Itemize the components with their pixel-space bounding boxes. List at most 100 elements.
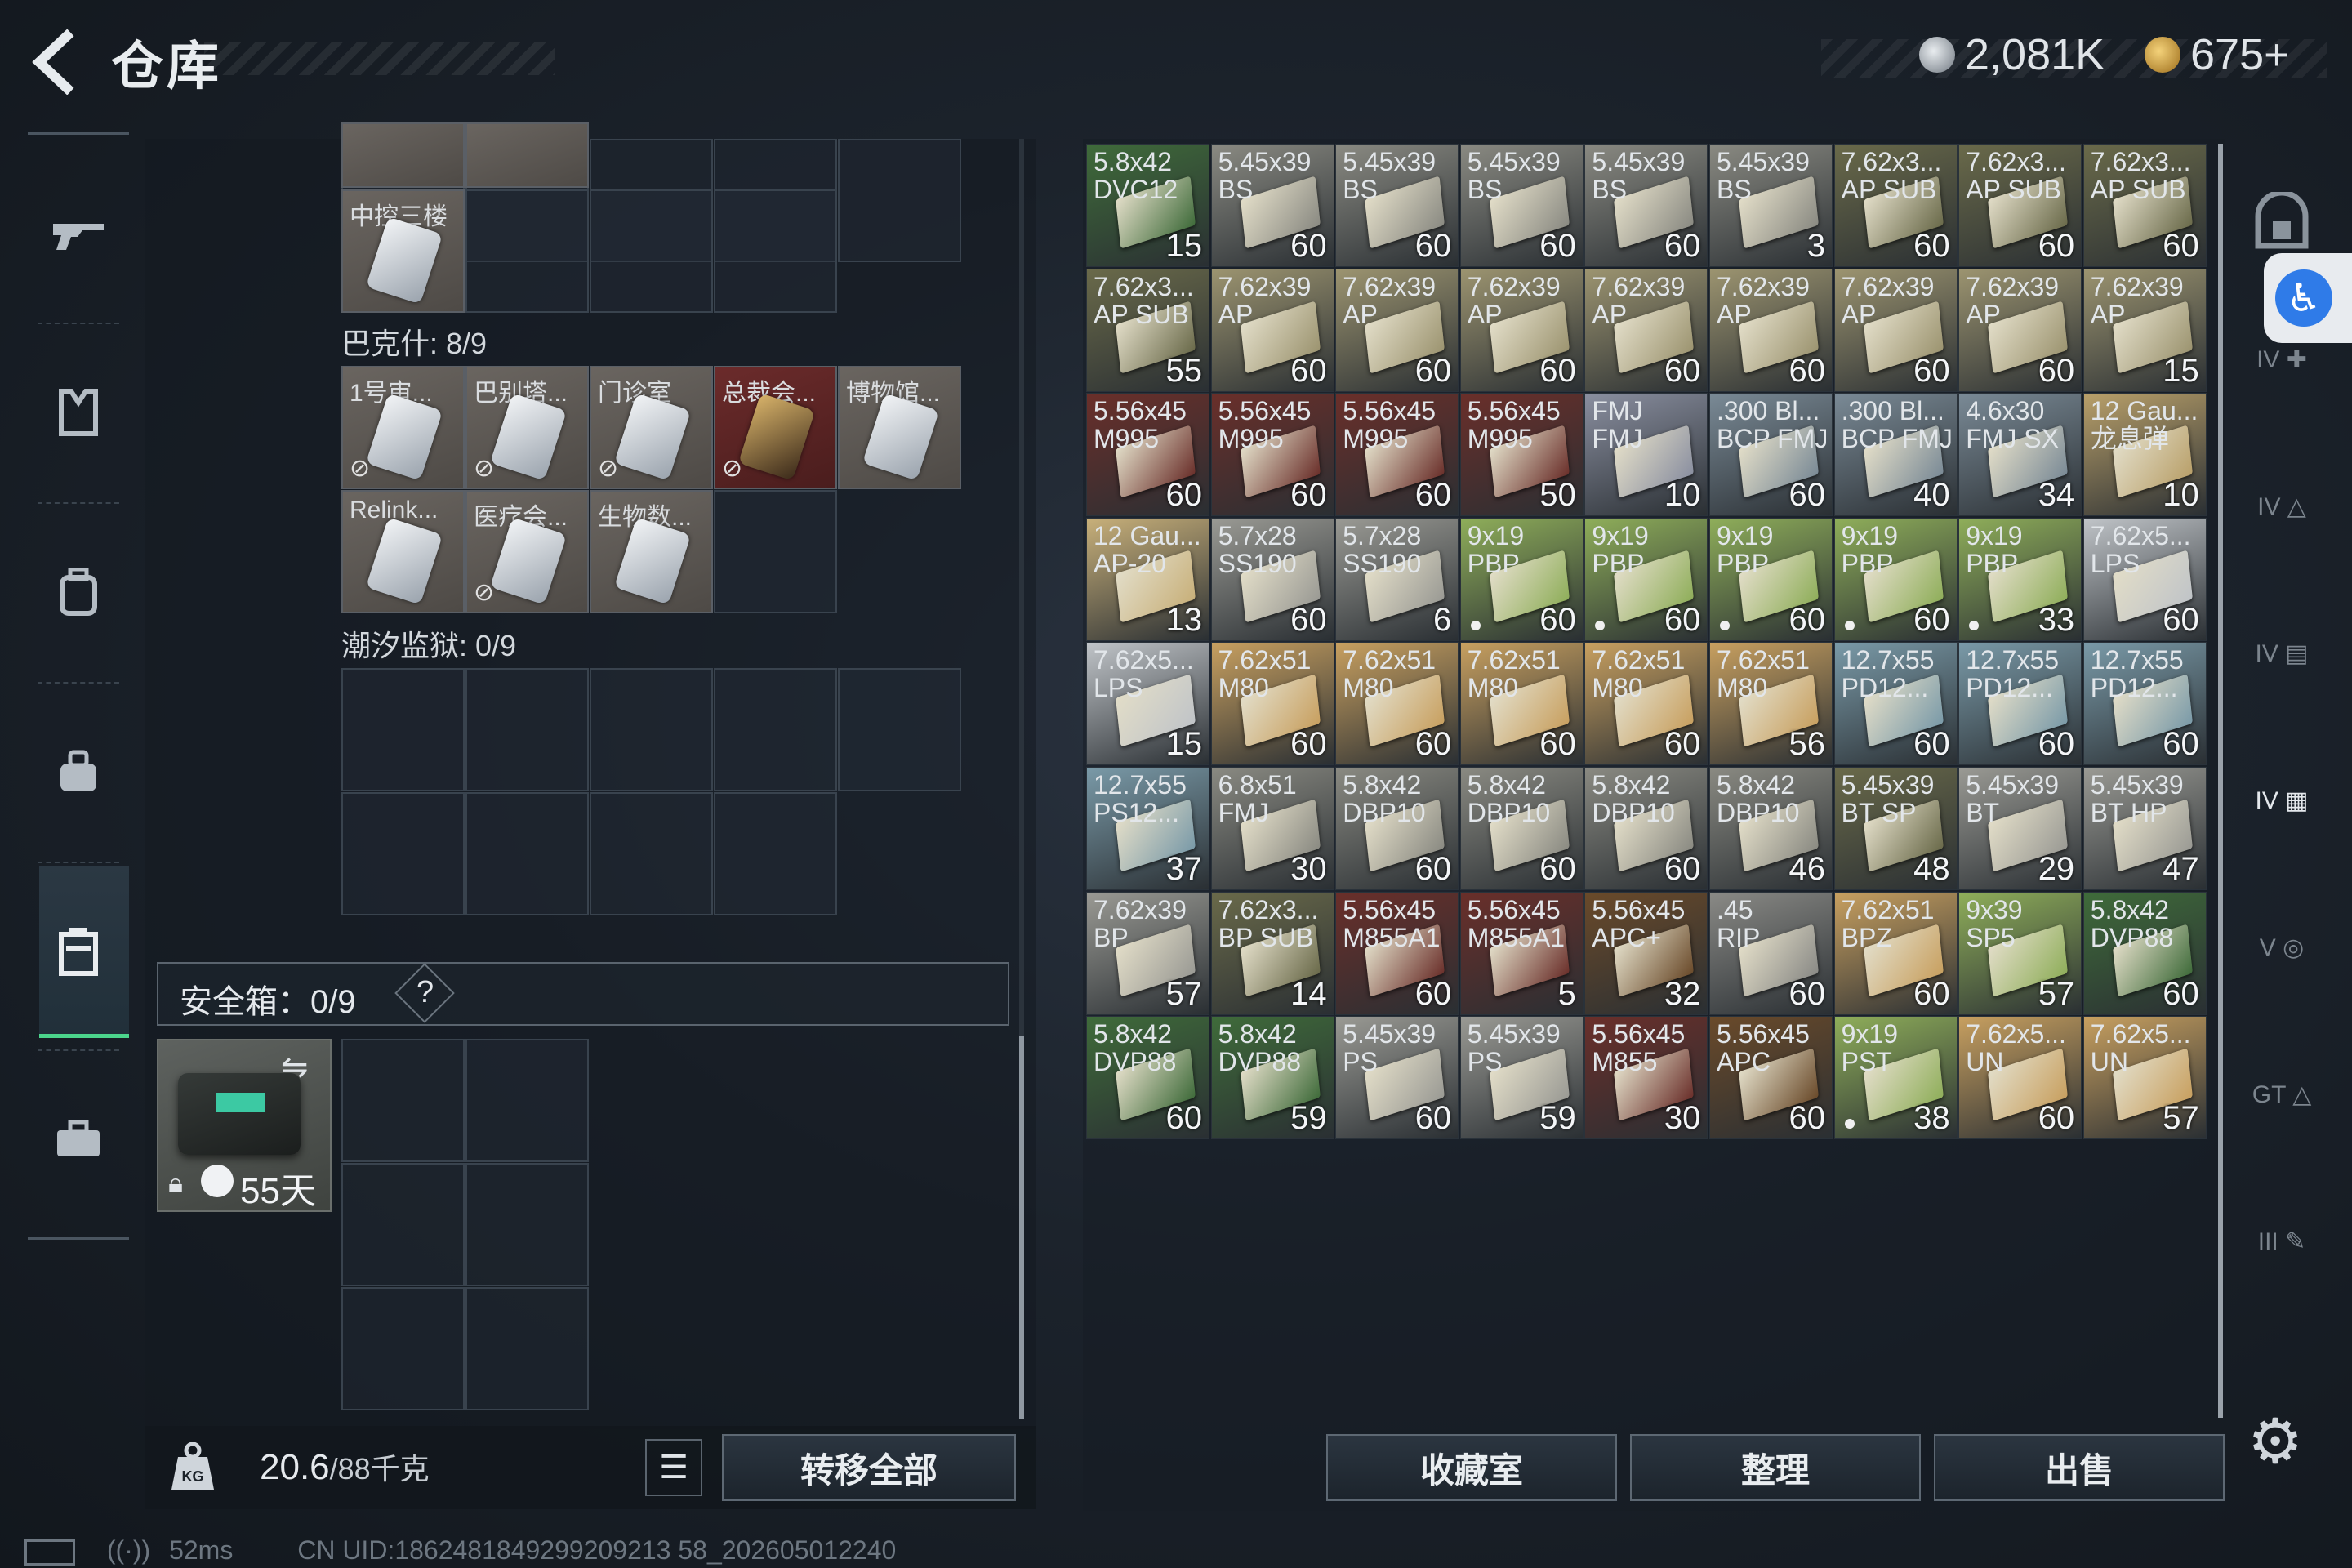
ammo-item[interactable]: 5.8x42 DVP88 60 — [2082, 891, 2207, 1015]
empty-slot[interactable] — [466, 189, 589, 313]
ammo-item[interactable]: 12.7x55 PS12... 37 — [1086, 767, 1209, 890]
page-iii-icon[interactable]: III ✎ — [2241, 1200, 2323, 1282]
ammo-item[interactable]: 9x19 PBP 60 — [1459, 517, 1584, 641]
empty-slot[interactable] — [466, 792, 589, 915]
ammo-item[interactable]: 5.56x45 M855A1 5 — [1459, 891, 1584, 1015]
ammo-item[interactable]: 5.56x45 M995 60 — [1210, 393, 1334, 517]
ammo-item[interactable]: 7.62x39 AP 60 — [1335, 268, 1459, 392]
ammo-item[interactable]: 7.62x39 AP 60 — [1709, 268, 1833, 392]
list-view-button[interactable]: ☰ — [645, 1439, 702, 1496]
empty-slot[interactable] — [341, 1287, 465, 1410]
empty-slot[interactable] — [838, 139, 961, 262]
left-scroll-thumb[interactable] — [1019, 1036, 1024, 1419]
keycard-item[interactable]: 巴别塔... ⊘ — [466, 366, 589, 489]
ammo-item[interactable]: 5.8x42 DVC12 15 — [1086, 144, 1209, 267]
ammo-item[interactable]: 12 Gau... AP-20 13 — [1086, 517, 1209, 641]
empty-slot[interactable] — [466, 1039, 589, 1162]
help-icon[interactable]: ? — [416, 975, 434, 1010]
ammo-item[interactable]: 5.45x39 BS 3 — [1709, 144, 1833, 267]
ammo-item[interactable]: 7.62x51 M80 60 — [1335, 642, 1459, 766]
page-iv-folder-active-icon[interactable]: IV ▦ — [2241, 760, 2323, 841]
ammo-item[interactable]: 7.62x39 BP 57 — [1086, 891, 1209, 1015]
ammo-item[interactable]: 5.45x39 BS 60 — [1210, 144, 1334, 267]
ammo-item[interactable]: 9x19 PBP 33 — [1958, 517, 2082, 641]
page-gt-icon[interactable]: GT △ — [2241, 1054, 2323, 1135]
ammo-item[interactable]: 7.62x3... AP SUB 60 — [1958, 144, 2082, 267]
ammo-item[interactable]: 9x19 PST 38 — [1833, 1016, 1958, 1140]
page-iv-tools-icon[interactable]: IV △ — [2241, 466, 2323, 547]
ammo-item[interactable]: 7.62x3... AP SUB 60 — [2082, 144, 2207, 267]
nav-briefcase-icon[interactable] — [28, 1058, 129, 1221]
ammo-item[interactable]: 5.8x42 DBP10 60 — [1459, 767, 1584, 890]
ammo-item[interactable]: 5.8x42 DVP88 60 — [1086, 1016, 1209, 1140]
ammo-item[interactable]: .300 Bl... BCP FMJ 40 — [1833, 393, 1958, 517]
ammo-item[interactable]: 5.56x45 APC 60 — [1709, 1016, 1833, 1140]
ammo-item[interactable]: 12.7x55 PD12... 60 — [1958, 642, 2082, 766]
empty-slot[interactable] — [466, 1287, 589, 1410]
empty-slot[interactable] — [341, 1163, 465, 1286]
ammo-item[interactable]: FMJ FMJ 10 — [1584, 393, 1708, 517]
ammo-item[interactable]: 12.7x55 PD12... 60 — [1833, 642, 1958, 766]
ammo-item[interactable]: 7.62x39 AP 60 — [1958, 268, 2082, 392]
keycard-item[interactable] — [466, 122, 589, 188]
back-arrow-icon[interactable] — [24, 29, 90, 96]
collection-room-button[interactable]: 收藏室 — [1326, 1434, 1617, 1501]
nav-rig-icon[interactable] — [28, 690, 129, 853]
ammo-item[interactable]: 12 Gau... 龙息弹 10 — [2082, 393, 2207, 517]
ammo-item[interactable]: 7.62x39 AP 60 — [1459, 268, 1584, 392]
ammo-item[interactable]: 9x19 PBP 60 — [1584, 517, 1708, 641]
ammo-item[interactable]: 12.7x55 PD12... 60 — [2082, 642, 2207, 766]
ammo-item[interactable]: 7.62x5... LPS 60 — [2082, 517, 2207, 641]
ammo-item[interactable]: 5.45x39 BT SP 48 — [1833, 767, 1958, 890]
ammo-item[interactable]: 7.62x39 AP 60 — [1833, 268, 1958, 392]
keycard-item[interactable]: 门诊室 ⊘ — [590, 366, 713, 489]
keycard-item[interactable]: 医疗会... ⊘ — [466, 490, 589, 613]
ammo-item[interactable]: 7.62x3... AP SUB 60 — [1833, 144, 1958, 267]
ammo-item[interactable]: 7.62x51 M80 60 — [1459, 642, 1584, 766]
ammo-item[interactable]: 5.45x39 PS 59 — [1459, 1016, 1584, 1140]
storage-page-icon[interactable] — [2241, 180, 2323, 261]
ammo-item[interactable]: 5.45x39 PS 60 — [1335, 1016, 1459, 1140]
ammo-item[interactable]: 5.56x45 M995 60 — [1335, 393, 1459, 517]
nav-gun-icon[interactable] — [28, 151, 129, 314]
ammo-item[interactable]: 5.45x39 BS 60 — [1335, 144, 1459, 267]
ammo-item[interactable]: 5.56x45 M855A1 60 — [1335, 891, 1459, 1015]
keycard-item[interactable]: 总裁会... ⊘ — [714, 366, 837, 489]
keycard-item[interactable] — [341, 122, 465, 188]
ammo-item[interactable]: 7.62x51 M80 60 — [1210, 642, 1334, 766]
empty-slot[interactable] — [590, 668, 713, 791]
ammo-item[interactable]: 5.7x28 SS190 60 — [1210, 517, 1334, 641]
ammo-item[interactable]: 5.8x42 DBP10 60 — [1584, 767, 1708, 890]
ammo-item[interactable]: 9x39 SP5 57 — [1958, 891, 2082, 1015]
storage-scrollbar[interactable] — [2218, 144, 2223, 1418]
ammo-item[interactable]: 5.45x39 BT HP 47 — [2082, 767, 2207, 890]
ammo-item[interactable]: 5.8x42 DVP88 59 — [1210, 1016, 1334, 1140]
ammo-item[interactable]: 7.62x51 BPZ 60 — [1833, 891, 1958, 1015]
empty-slot[interactable] — [590, 189, 713, 313]
empty-slot[interactable] — [714, 189, 837, 313]
keycard-item[interactable]: 1号审... ⊘ — [341, 366, 465, 489]
ammo-item[interactable]: 7.62x39 AP 60 — [1210, 268, 1334, 392]
currency-tokens[interactable]: 675+ — [2145, 29, 2290, 80]
keycard-item[interactable]: 博物馆... — [838, 366, 961, 489]
sell-button[interactable]: 出售 — [1934, 1434, 2225, 1501]
keycard-item[interactable]: Relink... — [341, 490, 465, 613]
ammo-item[interactable]: 5.7x28 SS190 6 — [1335, 517, 1459, 641]
ammo-item[interactable]: 7.62x51 M80 56 — [1709, 642, 1833, 766]
ammo-item[interactable]: 5.8x42 DBP10 60 — [1335, 767, 1459, 890]
empty-slot[interactable] — [714, 490, 837, 613]
empty-slot[interactable] — [341, 1039, 465, 1162]
ammo-item[interactable]: .45 RIP 60 — [1709, 891, 1833, 1015]
ammo-item[interactable]: 9x19 PBP 60 — [1709, 517, 1833, 641]
empty-slot[interactable] — [466, 1163, 589, 1286]
ammo-item[interactable]: .300 Bl... BCP FMJ 60 — [1709, 393, 1833, 517]
sort-button[interactable]: 整理 — [1630, 1434, 1921, 1501]
ammo-item[interactable]: 5.56x45 M995 50 — [1459, 393, 1584, 517]
ammo-item[interactable]: 7.62x51 M80 60 — [1584, 642, 1708, 766]
ammo-item[interactable]: 7.62x5... UN 60 — [1958, 1016, 2082, 1140]
ammo-item[interactable]: 7.62x5... UN 57 — [2082, 1016, 2207, 1140]
ammo-item[interactable]: 5.45x39 BS 60 — [1459, 144, 1584, 267]
keycard-item[interactable]: 中控三楼 — [341, 189, 465, 313]
ammo-item[interactable]: 7.62x3... BP SUB 14 — [1210, 891, 1334, 1015]
ammo-item[interactable]: 5.45x39 BS 60 — [1584, 144, 1708, 267]
